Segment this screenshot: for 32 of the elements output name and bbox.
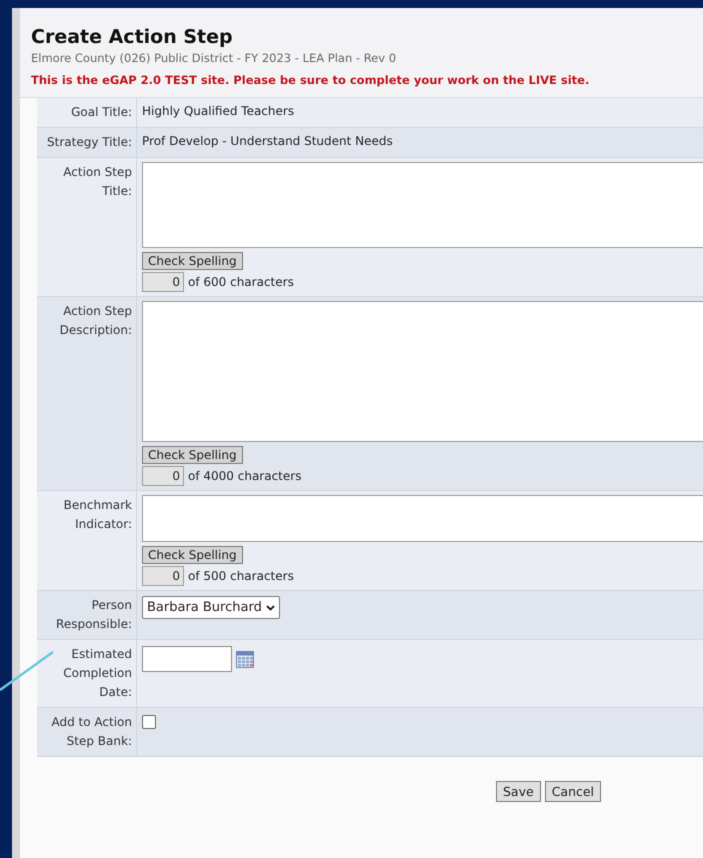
person-dropdown[interactable]: Barbara Burchard	[142, 596, 280, 619]
page-title: Create Action Step	[31, 26, 234, 48]
character-count: 0	[142, 466, 184, 486]
calendar-icon[interactable]	[236, 650, 254, 668]
field-label: Person Responsible:	[37, 591, 137, 639]
text-area[interactable]	[142, 495, 703, 542]
character-limit: of 600 characters	[188, 274, 294, 290]
field-label: Estimated Completion Date:	[37, 640, 137, 707]
character-limit: of 500 characters	[188, 568, 294, 584]
field-value: Highly Qualified Teachers	[142, 103, 294, 120]
field-label: Strategy Title:	[37, 128, 137, 157]
save-button[interactable]: Save	[496, 781, 541, 802]
check-spelling-button[interactable]: Check Spelling	[142, 252, 243, 270]
chevron-down-icon	[266, 604, 275, 610]
character-count: 0	[142, 566, 184, 586]
character-count: 0	[142, 272, 184, 292]
text-area[interactable]	[142, 162, 703, 248]
date-input[interactable]	[142, 646, 232, 672]
field-label: Action Step Description:	[37, 297, 137, 490]
page-subtitle: Elmore County (026) Public District - FY 2023 - LEA Plan - Rev 0	[31, 51, 398, 65]
checkbox[interactable]	[142, 715, 156, 729]
character-limit: of 4000 characters	[188, 468, 302, 484]
cancel-button[interactable]: Cancel	[544, 781, 602, 802]
warning-message: This is the eGAP 2.0 TEST site. Please be sure to complete your work on the LIVE site.	[31, 73, 590, 87]
field-label: Benchmark Indicator:	[37, 491, 137, 590]
check-spelling-button[interactable]: Check Spelling	[142, 546, 243, 564]
field-label: Action Step Title:	[37, 158, 137, 296]
field-label: Goal Title:	[37, 98, 137, 127]
leader-line	[0, 650, 55, 692]
field-label: Add to Action Step Bank:	[37, 708, 137, 756]
check-spelling-button[interactable]: Check Spelling	[142, 446, 243, 464]
field-value: Prof Develop - Understand Student Needs	[142, 133, 393, 150]
